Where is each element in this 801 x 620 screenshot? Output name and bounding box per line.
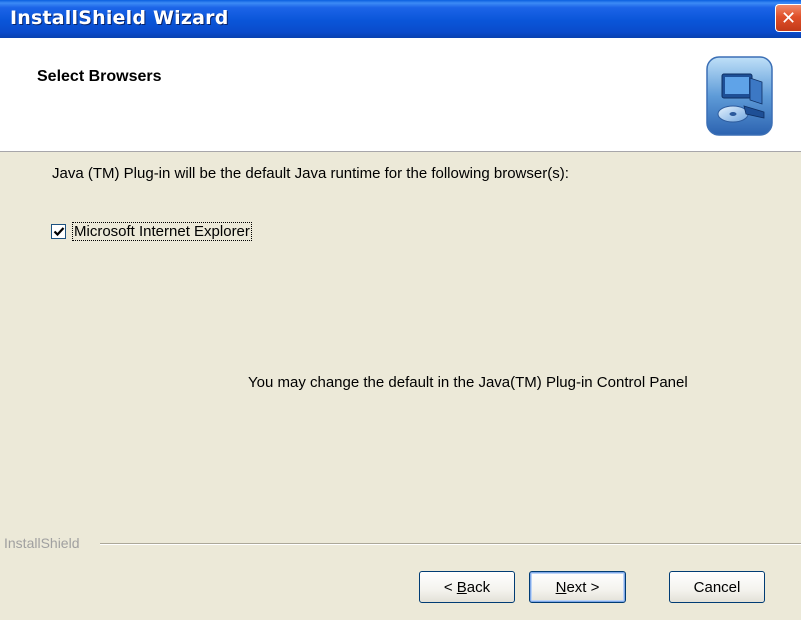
computer-cd-icon: [706, 56, 773, 136]
browser-option-ie[interactable]: Microsoft Internet Explorer: [51, 222, 252, 241]
brand-label: InstallShield: [4, 535, 80, 551]
installshield-branding: InstallShield: [0, 535, 801, 551]
close-button[interactable]: ✕: [775, 4, 801, 32]
cancel-label: Cancel: [693, 578, 741, 596]
next-rest: ext >: [566, 578, 600, 596]
ie-checkbox-label[interactable]: Microsoft Internet Explorer: [72, 222, 252, 241]
ie-checkbox[interactable]: [51, 224, 66, 239]
checkmark-icon: [53, 227, 65, 237]
title-bar[interactable]: InstallShield Wizard ✕: [0, 0, 801, 38]
control-panel-note: You may change the default in the Java(T…: [248, 374, 688, 391]
wizard-header: Select Browsers: [0, 38, 801, 152]
next-button[interactable]: Next >: [529, 571, 626, 603]
installer-window: InstallShield Wizard ✕ Select Browsers J…: [0, 0, 801, 620]
next-mnemonic: N: [555, 578, 567, 596]
back-button[interactable]: < Back: [419, 571, 515, 603]
close-icon: ✕: [780, 7, 797, 29]
back-rest: ack: [466, 578, 491, 596]
back-mnemonic: B: [456, 578, 467, 596]
back-prefix: <: [443, 578, 457, 596]
window-title: InstallShield Wizard: [10, 7, 229, 29]
cancel-button[interactable]: Cancel: [669, 571, 765, 603]
description-text: Java (TM) Plug-in will be the default Ja…: [52, 165, 569, 182]
page-title: Select Browsers: [37, 68, 162, 85]
footer-divider: [100, 543, 801, 545]
